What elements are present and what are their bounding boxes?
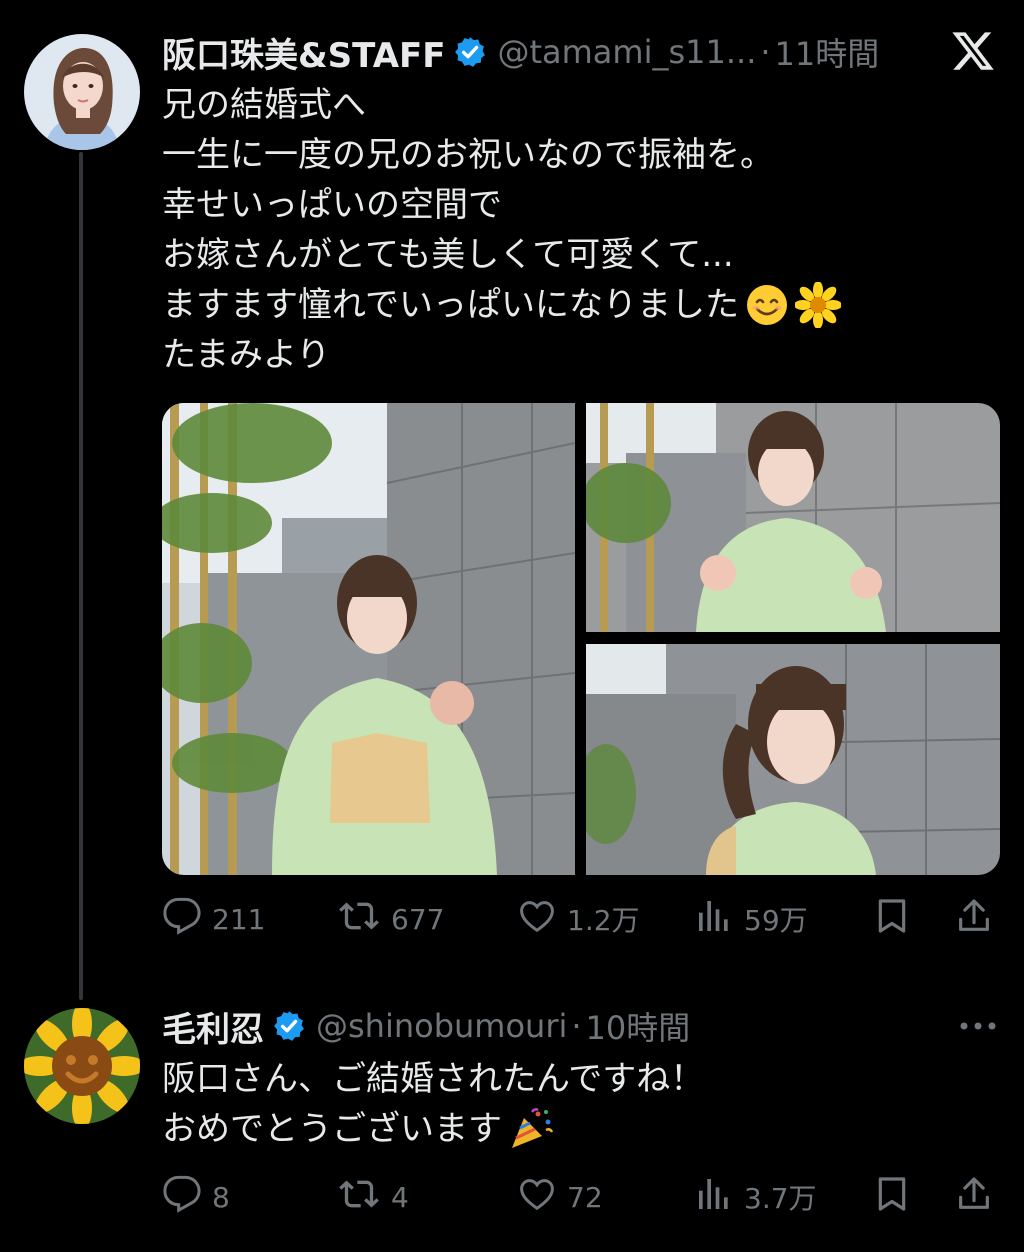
thread-connector-line	[79, 152, 83, 1000]
retweet-count: 4	[391, 1180, 409, 1214]
tweet-text-line: たまみより	[162, 335, 331, 375]
verified-badge-icon	[272, 1009, 306, 1043]
retweet-button[interactable]: 4	[337, 1175, 409, 1219]
bookmark-button[interactable]	[872, 1175, 912, 1219]
tweet-timestamp[interactable]: 11時間	[775, 29, 880, 75]
x-logo-icon[interactable]	[950, 28, 996, 78]
reply-count: 8	[212, 1180, 230, 1214]
tweet-photo-1[interactable]	[162, 403, 575, 875]
share-button[interactable]	[954, 897, 994, 941]
tweet-body: 兄の結婚式へ 一生に一度の兄のお祝いなので振袖を。 幸せいっぱいの空間で お嫁さ…	[162, 80, 841, 380]
tweet-media-grid	[162, 403, 1000, 875]
tweet-text-line: 一生に一度の兄のお祝いなので振袖を。	[162, 135, 774, 175]
header-separator: ·	[571, 1007, 582, 1045]
tweet-text-segment: ますます憧れでいっぱいになりました	[162, 285, 739, 325]
like-count: 72	[567, 1180, 603, 1214]
header-separator: ·	[760, 33, 771, 71]
retweet-button[interactable]: 677	[337, 897, 444, 941]
retweet-icon	[337, 896, 381, 943]
like-button[interactable]: 72	[517, 1175, 603, 1219]
reply-author-avatar[interactable]	[24, 1008, 140, 1124]
reply-icon	[162, 1174, 202, 1221]
smiling-face-emoji-icon	[745, 283, 789, 327]
tweet-author-name[interactable]: 阪口珠美&STAFF	[162, 28, 445, 77]
reply-button[interactable]: 211	[162, 897, 265, 941]
reply-icon	[162, 896, 202, 943]
tweet-text-line: お嫁さんがとても美しくて可愛くて...	[162, 235, 734, 275]
share-icon	[954, 1174, 994, 1221]
reply-body: 阪口さん、ご結婚されたんですね！ おめでとうございます	[162, 1054, 704, 1154]
views-chart-icon	[694, 1174, 734, 1221]
reply-timestamp[interactable]: 10時間	[586, 1003, 691, 1049]
bookmark-button[interactable]	[872, 897, 912, 941]
bookmark-icon	[872, 1174, 912, 1221]
reply-count: 211	[212, 902, 266, 936]
reply-text-line: 阪口さん、ご結婚されたんですね！	[162, 1059, 705, 1099]
bookmark-icon	[872, 896, 912, 943]
reply-author-handle[interactable]: @shinobumouri	[316, 1007, 567, 1045]
views-count: 3.7万	[744, 1182, 817, 1215]
views-chart-icon	[694, 896, 734, 943]
views-button[interactable]: 3.7万	[694, 1175, 817, 1219]
tweet-header: 阪口珠美&STAFF @tamami_s11... · 11時間	[162, 28, 880, 77]
tweet-action-bar: 211 677 1.2万 59万	[162, 897, 998, 941]
reply-text-line-with-emoji: おめでとうございます	[162, 1104, 704, 1154]
blossom-emoji-icon	[794, 282, 841, 328]
tweet-text-line-with-emoji: ますます憧れでいっぱいになりました	[162, 280, 841, 330]
tweet-photo-2[interactable]	[586, 403, 1000, 632]
tweet-text-line: 幸せいっぱいの空間で	[162, 185, 502, 225]
verified-badge-icon	[453, 35, 487, 69]
reply-text-segment: おめでとうございます	[162, 1109, 502, 1149]
tweet-author-avatar[interactable]	[24, 34, 140, 150]
views-count: 59万	[744, 904, 808, 937]
like-count: 1.2万	[567, 904, 640, 937]
share-icon	[954, 896, 994, 943]
heart-icon	[517, 896, 557, 943]
reply-button[interactable]: 8	[162, 1175, 230, 1219]
retweet-count: 677	[391, 902, 445, 936]
more-options-icon[interactable]	[958, 1014, 998, 1042]
heart-icon	[517, 1174, 557, 1221]
reply-header: 毛利忍 @shinobumouri · 10時間	[162, 1002, 691, 1051]
share-button[interactable]	[954, 1175, 994, 1219]
like-button[interactable]: 1.2万	[517, 897, 640, 941]
reply-author-name[interactable]: 毛利忍	[162, 1002, 264, 1051]
reply-action-bar: 8 4 72 3.7万	[162, 1175, 998, 1219]
tweet-text-line: 兄の結婚式へ	[162, 85, 366, 125]
tweet-author-handle[interactable]: @tamami_s11...	[497, 33, 756, 71]
retweet-icon	[337, 1174, 381, 1221]
views-button[interactable]: 59万	[694, 897, 808, 941]
party-popper-emoji-icon	[508, 1106, 554, 1152]
tweet-photo-3[interactable]	[586, 644, 1000, 875]
